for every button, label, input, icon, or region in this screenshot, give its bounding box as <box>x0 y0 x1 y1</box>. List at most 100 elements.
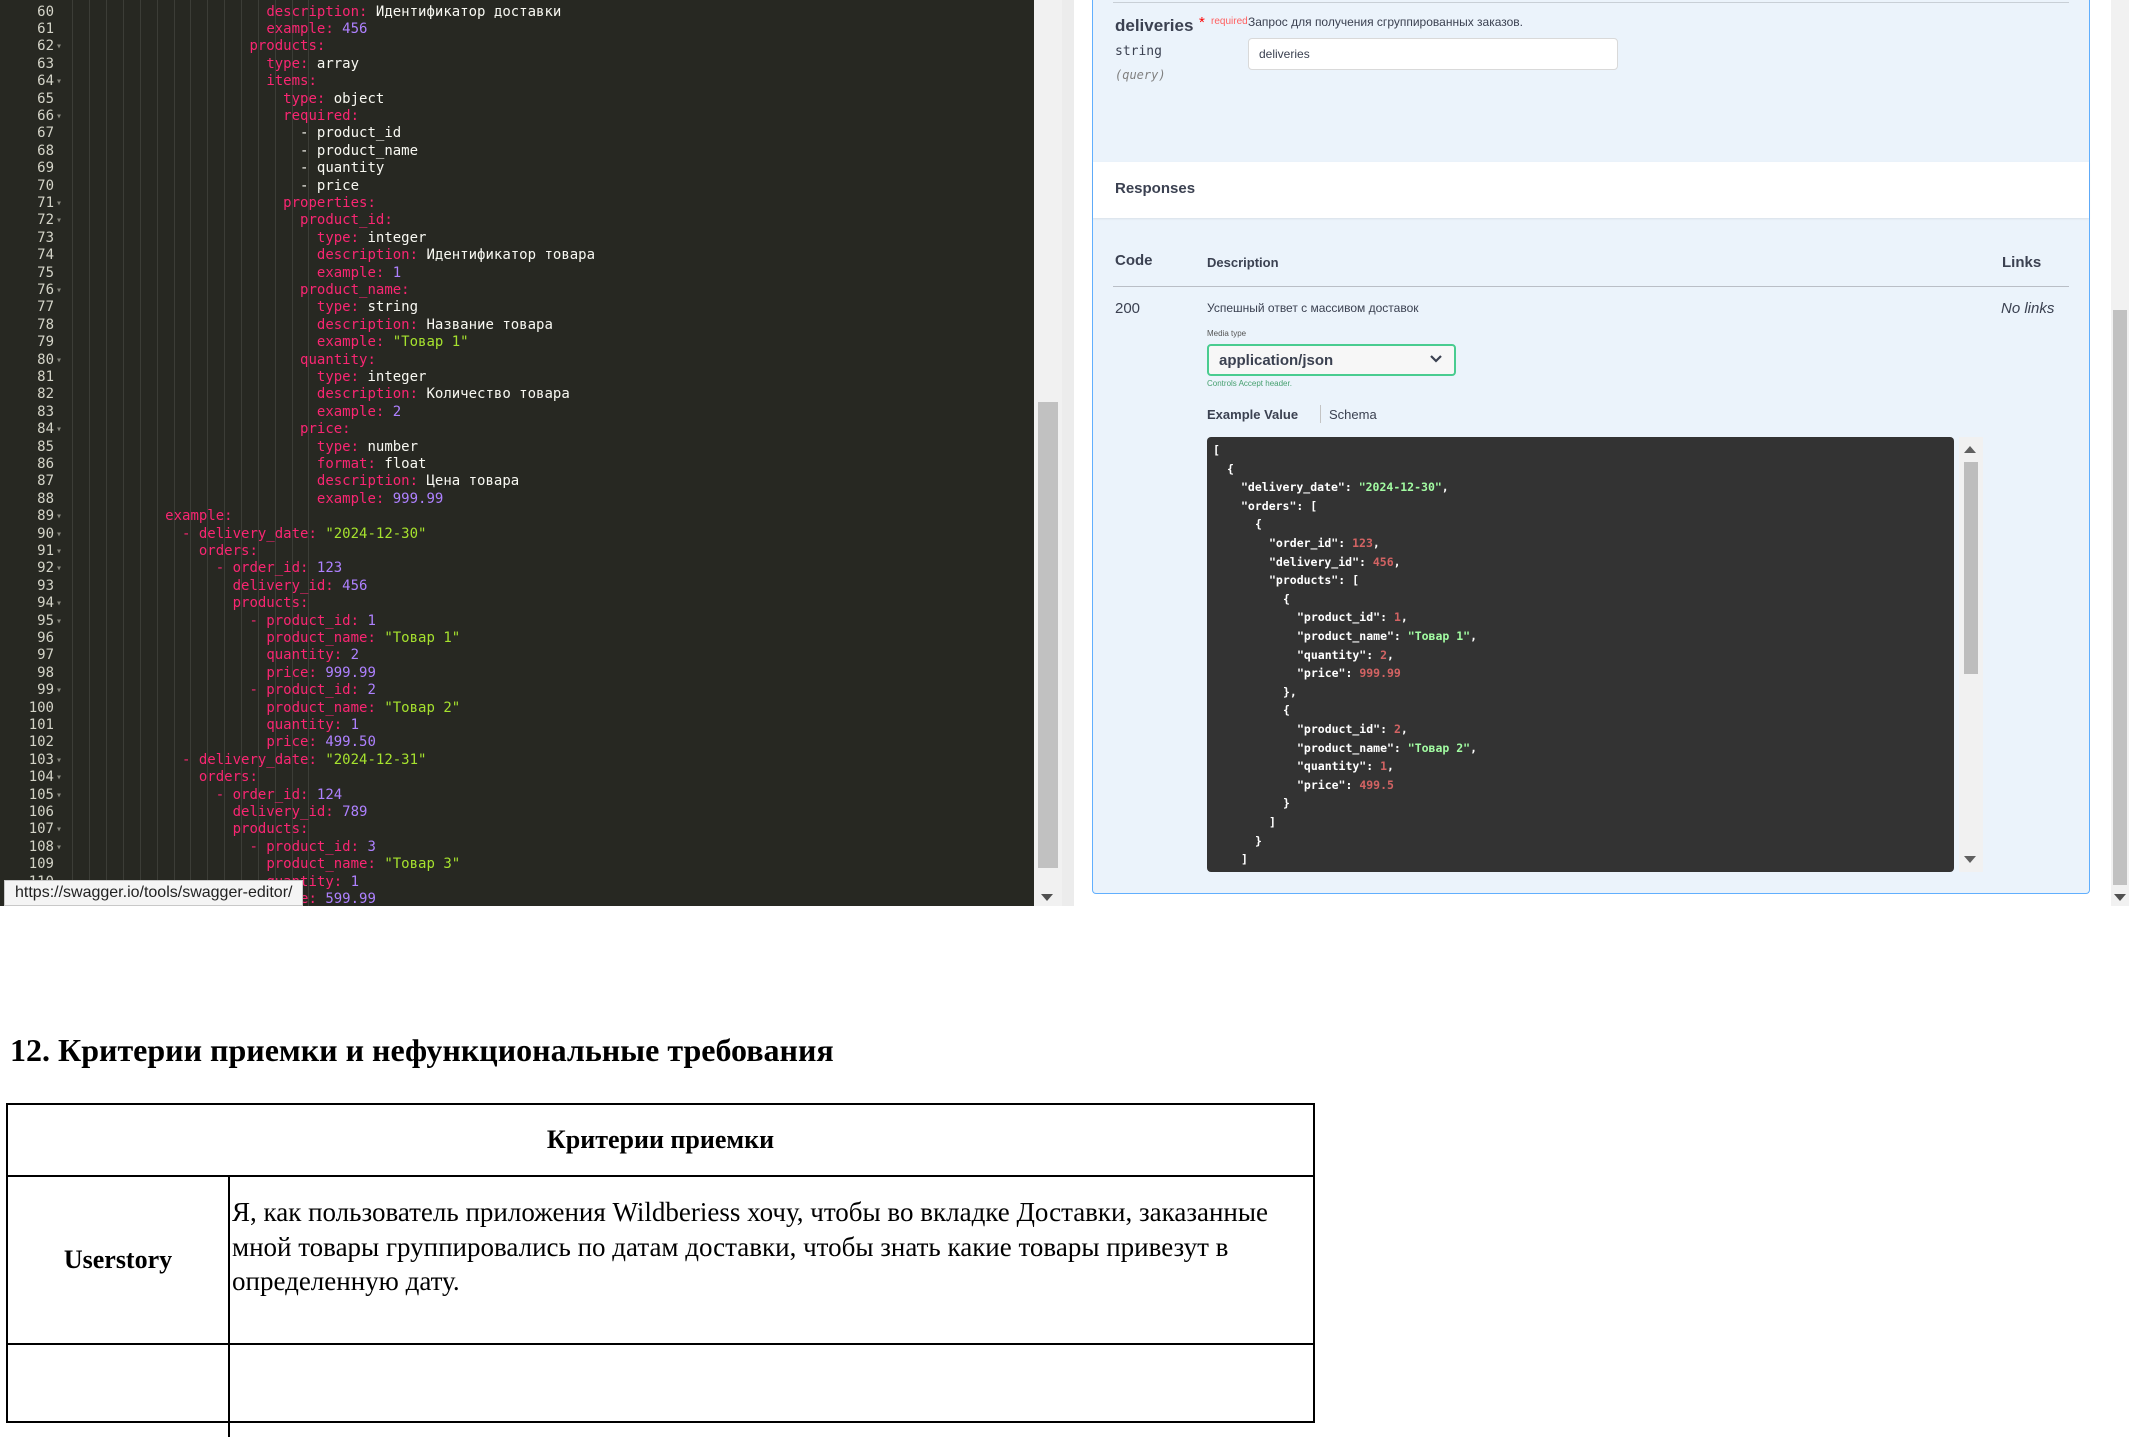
code-text: example: 1 <box>316 264 402 281</box>
code-line[interactable]: 74 description: Идентификатор товара <box>0 247 1034 264</box>
swagger-scrollbar-thumb[interactable] <box>2113 310 2127 885</box>
line-number: 64 <box>37 73 54 90</box>
code-line[interactable]: 76 ▾ product_name: <box>0 282 1034 299</box>
fold-caret-icon[interactable]: ▾ <box>56 595 62 612</box>
col-header-description: Description <box>1207 255 1279 270</box>
fold-caret-icon[interactable]: ▾ <box>56 613 62 630</box>
yaml-editor[interactable]: 60 description: Идентификатор доставки 61 e… <box>0 0 1062 906</box>
code-line[interactable]: 105 ▾ - order_id: 124 <box>0 787 1034 804</box>
code-line[interactable]: 87 description: Цена товара <box>0 473 1034 490</box>
fold-caret-icon[interactable]: ▾ <box>56 212 62 229</box>
fold-caret-icon[interactable]: ▾ <box>56 38 62 55</box>
fold-caret-icon[interactable]: ▾ <box>56 526 62 543</box>
scroll-down-arrow-icon[interactable] <box>1964 856 1976 863</box>
code-line[interactable]: 66 ▾ required: <box>0 108 1034 125</box>
fold-caret-icon[interactable]: ▾ <box>56 108 62 125</box>
line-number: 63 <box>37 55 54 72</box>
code-line[interactable]: 72 ▾ product_id: <box>0 212 1034 229</box>
code-line[interactable]: 93 delivery_id: 456 <box>0 578 1034 595</box>
fold-caret-icon[interactable]: ▾ <box>56 282 62 299</box>
media-type-select[interactable]: application/json <box>1207 344 1456 376</box>
code-line[interactable]: 100 product_name: "Товар 2" <box>0 700 1034 717</box>
code-line[interactable]: 82 description: Количество товара <box>0 386 1034 403</box>
code-line[interactable]: 95 ▾ - product_id: 1 <box>0 613 1034 630</box>
fold-caret-icon[interactable]: ▾ <box>56 543 62 560</box>
code-line[interactable]: 81 type: integer <box>0 369 1034 386</box>
code-line[interactable]: 107 ▾ products: <box>0 821 1034 838</box>
line-number: 74 <box>37 247 54 264</box>
code-line[interactable]: 88 example: 999.99 <box>0 491 1034 508</box>
code-line[interactable]: 85 type: number <box>0 439 1034 456</box>
fold-caret-icon[interactable]: ▾ <box>56 195 62 212</box>
json-line: "orders": [ <box>1241 498 1318 513</box>
code-line[interactable]: 101 quantity: 1 <box>0 717 1034 734</box>
editor-scrollbar[interactable] <box>1034 0 1062 906</box>
fold-caret-icon[interactable]: ▾ <box>56 769 62 786</box>
tab-separator <box>1320 405 1321 423</box>
code-line[interactable]: 68 - product_name <box>0 143 1034 160</box>
code-line[interactable]: 73 type: integer <box>0 230 1034 247</box>
code-line[interactable]: 69 - quantity <box>0 160 1034 177</box>
code-line[interactable]: 77 type: string <box>0 299 1034 316</box>
code-line[interactable]: 71 ▾ properties: <box>0 195 1034 212</box>
code-line[interactable]: 61 example: 456 <box>0 21 1034 38</box>
code-text: type: object <box>283 90 385 107</box>
code-line[interactable]: 106 delivery_id: 789 <box>0 804 1034 821</box>
code-line[interactable]: 89 ▾ example: <box>0 508 1034 525</box>
code-line[interactable]: 63 type: array <box>0 56 1034 73</box>
fold-caret-icon[interactable]: ▾ <box>56 787 62 804</box>
code-line[interactable]: 94 ▾ products: <box>0 595 1034 612</box>
code-line[interactable]: 102 price: 499.50 <box>0 734 1034 751</box>
code-line[interactable]: 92 ▾ - order_id: 123 <box>0 560 1034 577</box>
tab-example-value[interactable]: Example Value <box>1207 407 1298 422</box>
code-line[interactable]: 60 description: Идентификатор доставки <box>0 4 1034 21</box>
code-text: - product_id: 3 <box>249 838 376 855</box>
scroll-up-arrow-icon[interactable] <box>1964 446 1976 453</box>
example-scrollbar-thumb[interactable] <box>1964 462 1978 674</box>
code-line[interactable]: 96 product_name: "Товар 1" <box>0 630 1034 647</box>
line-number: 77 <box>37 299 54 316</box>
code-area[interactable]: 60 description: Идентификатор доставки 61 e… <box>0 0 1034 906</box>
code-line[interactable]: 91 ▾ orders: <box>0 543 1034 560</box>
pane-divider[interactable] <box>1062 0 1074 906</box>
code-line[interactable]: 103 ▾ - delivery_date: "2024-12-31" <box>0 752 1034 769</box>
fold-caret-icon[interactable]: ▾ <box>56 560 62 577</box>
fold-caret-icon[interactable]: ▾ <box>56 839 62 856</box>
scroll-down-arrow-icon[interactable] <box>2114 894 2126 901</box>
line-number: 95 <box>37 612 54 629</box>
line-number: 106 <box>28 803 54 820</box>
code-text: orders: <box>198 542 258 559</box>
fold-caret-icon[interactable]: ▾ <box>56 508 62 525</box>
code-line[interactable]: 65 type: object <box>0 91 1034 108</box>
code-line[interactable]: 109 product_name: "Товар 3" <box>0 856 1034 873</box>
deliveries-input[interactable] <box>1248 38 1618 70</box>
code-line[interactable]: 99 ▾ - product_id: 2 <box>0 682 1034 699</box>
editor-scrollbar-thumb[interactable] <box>1038 402 1058 868</box>
code-line[interactable]: 98 price: 999.99 <box>0 665 1034 682</box>
code-line[interactable]: 84 ▾ price: <box>0 421 1034 438</box>
code-line[interactable]: 83 example: 2 <box>0 404 1034 421</box>
fold-caret-icon[interactable]: ▾ <box>56 421 62 438</box>
code-line[interactable]: 75 example: 1 <box>0 265 1034 282</box>
fold-caret-icon[interactable]: ▾ <box>56 352 62 369</box>
fold-caret-icon[interactable]: ▾ <box>56 821 62 838</box>
code-line[interactable]: 80 ▾ quantity: <box>0 352 1034 369</box>
scroll-down-arrow-icon[interactable] <box>1041 894 1053 901</box>
code-line[interactable]: 70 - price <box>0 178 1034 195</box>
code-line[interactable]: 62 ▾ products: <box>0 38 1034 55</box>
code-line[interactable]: 78 description: Название товара <box>0 317 1034 334</box>
fold-caret-icon[interactable]: ▾ <box>56 73 62 90</box>
code-line[interactable]: 108 ▾ - product_id: 3 <box>0 839 1034 856</box>
json-line: ] <box>1241 852 1248 867</box>
code-line[interactable]: 67 - product_id <box>0 125 1034 142</box>
code-line[interactable]: 90 ▾ - delivery_date: "2024-12-30" <box>0 526 1034 543</box>
code-line[interactable]: 86 format: float <box>0 456 1034 473</box>
fold-caret-icon[interactable]: ▾ <box>56 682 62 699</box>
code-line[interactable]: 104 ▾ orders: <box>0 769 1034 786</box>
example-scrollbar[interactable] <box>1959 437 1983 872</box>
tab-schema[interactable]: Schema <box>1329 407 1377 422</box>
code-line[interactable]: 79 example: "Товар 1" <box>0 334 1034 351</box>
fold-caret-icon[interactable]: ▾ <box>56 752 62 769</box>
code-line[interactable]: 97 quantity: 2 <box>0 647 1034 664</box>
code-line[interactable]: 64 ▾ items: <box>0 73 1034 90</box>
